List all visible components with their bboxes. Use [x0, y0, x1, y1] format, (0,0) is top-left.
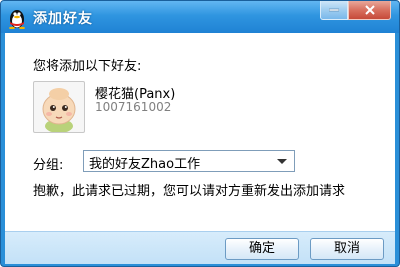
baby-avatar-icon [42, 88, 76, 133]
window-title: 添加好友 [33, 11, 93, 27]
group-select-value: 我的好友Zhao工作 [89, 157, 201, 172]
dialog-footer: 确定 取消 [5, 231, 395, 264]
group-select[interactable]: 我的好友Zhao工作 [83, 150, 295, 172]
add-friend-dialog: 添加好友 您将添加以下好友: 樱花猫(Panx) 1007161002 分组: … [0, 0, 400, 267]
close-button[interactable] [348, 1, 391, 20]
minimize-icon [329, 8, 339, 12]
friend-qq-number: 1007161002 [95, 100, 172, 114]
prompt-text: 您将添加以下好友: [33, 59, 142, 74]
close-icon [364, 5, 375, 15]
chevron-down-icon[interactable] [277, 159, 287, 164]
qq-penguin-icon [9, 10, 25, 29]
cancel-button[interactable]: 取消 [310, 238, 384, 260]
dialog-body: 您将添加以下好友: 樱花猫(Panx) 1007161002 分组: 我的好友Z… [5, 33, 395, 231]
title-bar[interactable]: 添加好友 [1, 1, 399, 33]
friend-avatar[interactable] [33, 81, 85, 133]
ok-button[interactable]: 确定 [225, 238, 299, 260]
group-label: 分组: [33, 158, 64, 173]
expired-message: 抱歉，此请求已过期，您可以请对方重新发出添加请求 [33, 184, 346, 199]
minimize-button[interactable] [320, 1, 348, 20]
